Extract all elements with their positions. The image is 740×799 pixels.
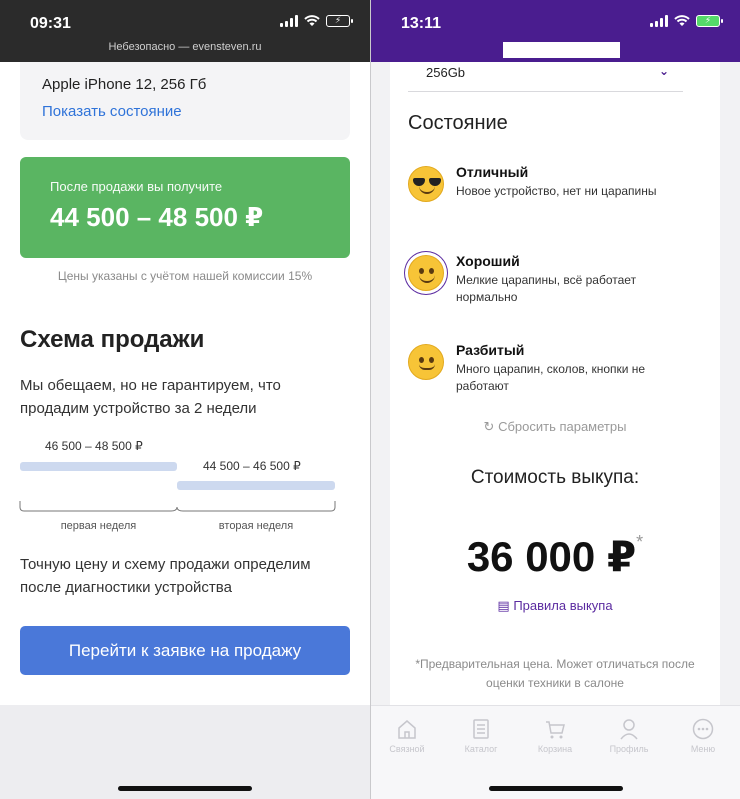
- memory-select[interactable]: 256Gb ⌄: [408, 62, 683, 92]
- tab-catalog[interactable]: Каталог: [451, 718, 511, 754]
- buyback-rules-link[interactable]: ▤ Правила выкупа: [390, 598, 720, 614]
- week1-bar: [20, 462, 177, 471]
- status-bar: 13:11 ⚡: [371, 0, 740, 62]
- status-time: 13:11: [401, 15, 442, 32]
- browser-bottom-area: [0, 705, 370, 799]
- status-icons: ⚡: [650, 15, 723, 27]
- reset-params-button[interactable]: ↻ Сбросить параметры: [390, 419, 720, 435]
- redacted-header-block: [503, 42, 620, 58]
- tab-label: Корзина: [537, 744, 573, 754]
- home-icon: [398, 720, 416, 739]
- status-icons: ⚡: [280, 15, 353, 27]
- tab-profile[interactable]: Профиль: [599, 718, 659, 754]
- memory-select-value: 256Gb: [426, 65, 466, 80]
- home-indicator[interactable]: [118, 786, 252, 791]
- week1-label: первая неделя: [60, 520, 137, 532]
- week2-bar: [177, 481, 335, 490]
- battery-charging-icon: ⚡: [696, 15, 723, 27]
- buyback-panel: 256Gb ⌄ Состояние Отличный Новое устройс…: [390, 62, 720, 705]
- chevron-down-icon: ⌄: [658, 64, 669, 78]
- address-bar-url[interactable]: Небезопасно — evensteven.ru: [0, 41, 370, 53]
- right-screen: 13:11 ⚡ 256Gb ⌄ Состояние Отличный Новое…: [371, 0, 740, 799]
- tab-cart[interactable]: Корзина: [525, 718, 585, 754]
- week2-label: вторая неделя: [218, 520, 294, 532]
- reset-icon: ↻: [483, 419, 495, 434]
- wifi-icon: [674, 15, 690, 26]
- diagnostics-note: Точную цену и схему продажи определим по…: [20, 556, 311, 596]
- condition-option-excellent[interactable]: Отличный Новое устройство, нет ни царапи…: [408, 164, 708, 220]
- menu-icon: [692, 718, 714, 740]
- document-icon: ▤: [497, 598, 510, 613]
- cart-icon: [546, 721, 565, 739]
- price-caption: После продажи вы получите: [50, 179, 223, 194]
- go-to-sale-request-button[interactable]: Перейти к заявке на продажу: [20, 626, 350, 675]
- tab-label: Связной: [389, 744, 425, 754]
- device-name: Apple iPhone 12, 256 Гб: [42, 76, 207, 93]
- show-state-link[interactable]: Показать состояние: [42, 103, 182, 120]
- home-indicator[interactable]: [489, 786, 623, 791]
- condition-desc: Много царапин, сколов, кнопки не работаю…: [456, 362, 646, 393]
- condition-title: Состояние: [408, 112, 508, 134]
- profile-icon: [620, 719, 638, 740]
- tab-label: Меню: [690, 744, 716, 754]
- condition-option-broken[interactable]: Разбитый Много царапин, сколов, кнопки н…: [408, 342, 708, 398]
- cost-value: 36 000 ₽: [466, 533, 637, 580]
- tab-label: Профиль: [609, 744, 649, 754]
- condition-desc: Новое устройство, нет ни царапины: [456, 184, 657, 198]
- commission-note: Цены указаны с учётом нашей комиссии 15%: [57, 269, 313, 283]
- condition-desc: Мелкие царапины, всё работает нормально: [456, 273, 637, 304]
- price-range: 44 500 – 48 500 ₽: [50, 202, 264, 232]
- signal-icon: [650, 15, 668, 27]
- rules-label: Правила выкупа: [513, 598, 613, 613]
- status-bar: 09:31 ⚡ Небезопасно — evensteven.ru: [0, 0, 370, 62]
- tab-home[interactable]: Связной: [377, 718, 437, 754]
- battery-charging-icon: ⚡: [326, 15, 353, 27]
- condition-option-good[interactable]: Хороший Мелкие царапины, всё работает но…: [408, 253, 708, 309]
- condition-name: Отличный: [456, 164, 529, 180]
- status-time: 09:31: [30, 15, 71, 32]
- tab-bar: Связной Каталог Корзина Профиль Меню: [371, 705, 740, 799]
- left-screen: 09:31 ⚡ Небезопасно — evensteven.ru Appl…: [0, 0, 370, 799]
- price-disclaimer: *Предварительная цена. Может отличаться …: [415, 657, 695, 690]
- timeline-bracket: [19, 501, 336, 512]
- wifi-icon: [304, 15, 320, 26]
- device-card: Apple iPhone 12, 256 Гб Показать состоян…: [20, 62, 350, 140]
- tab-menu[interactable]: Меню: [673, 718, 733, 754]
- condition-name: Хороший: [456, 253, 520, 269]
- cost-title: Стоимость выкупа:: [470, 467, 640, 488]
- condition-name: Разбитый: [456, 342, 525, 358]
- cost-value-line: 36 000 ₽*: [390, 532, 720, 581]
- week1-range: 46 500 – 48 500 ₽: [45, 439, 143, 453]
- signal-icon: [280, 15, 298, 27]
- slight-smile-emoji-icon: [408, 344, 444, 380]
- smiling-emoji-icon: [408, 255, 444, 291]
- scheme-title: Схема продажи: [20, 326, 205, 353]
- scheme-text: Мы обещаем, но не гарантируем, что прода…: [20, 377, 281, 417]
- reset-label: Сбросить параметры: [498, 419, 627, 434]
- price-box: После продажи вы получите 44 500 – 48 50…: [20, 157, 350, 258]
- week2-range: 44 500 – 46 500 ₽: [203, 459, 301, 473]
- tab-label: Каталог: [464, 744, 498, 754]
- catalog-icon: [473, 719, 489, 739]
- sunglasses-emoji-icon: [408, 166, 444, 202]
- cost-footnote-mark: *: [636, 532, 644, 552]
